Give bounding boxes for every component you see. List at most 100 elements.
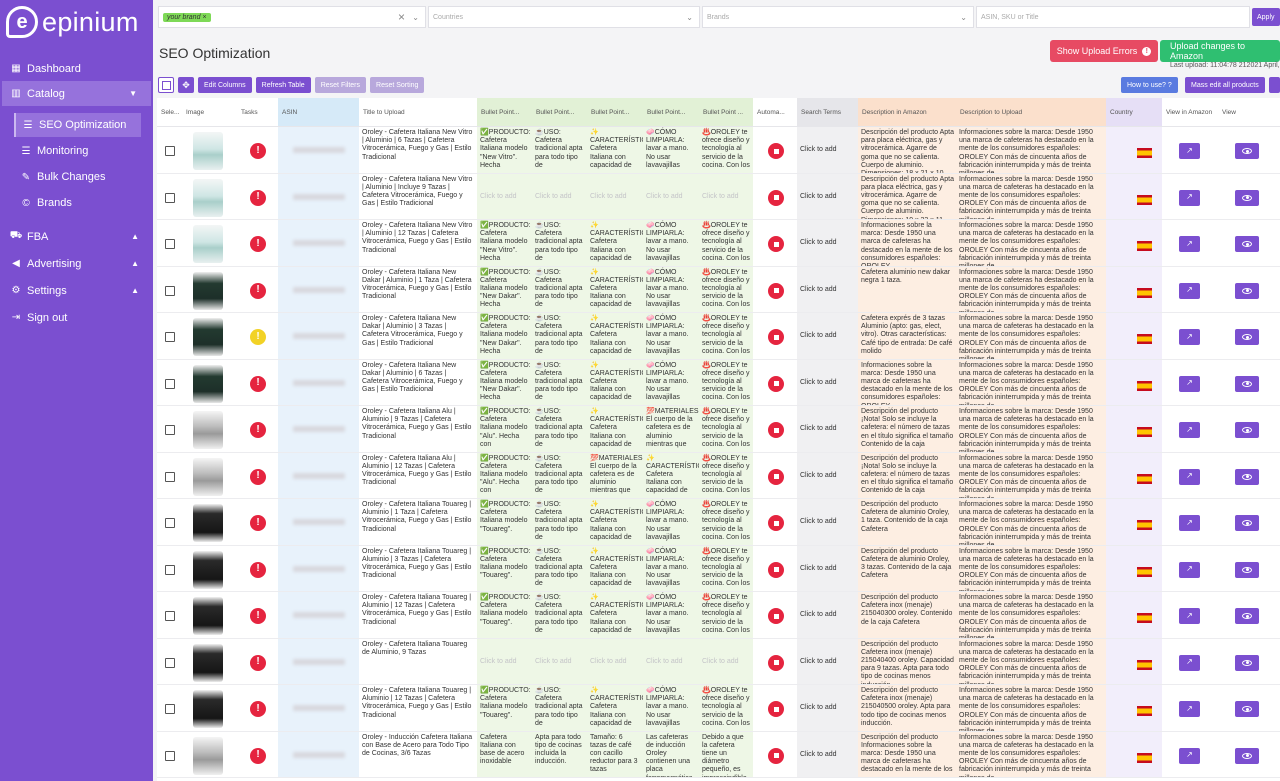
- error-icon[interactable]: !: [250, 608, 266, 624]
- product-image[interactable]: [193, 550, 223, 589]
- col-bullet-3[interactable]: Bullet Point...: [587, 98, 643, 126]
- title-cell[interactable]: Oroley - Cafetera Italiana Alu | Alumini…: [359, 406, 477, 452]
- bullet-cell[interactable]: 🧼CÓMO LIMPIARLA: lavar a mano. No usar l…: [643, 499, 699, 545]
- external-link-icon[interactable]: ↗: [1179, 282, 1200, 299]
- row-checkbox[interactable]: [165, 332, 175, 342]
- title-cell[interactable]: Oroley - Inducción Cafetera Italiana con…: [359, 732, 477, 778]
- stop-icon[interactable]: [768, 468, 784, 485]
- row-checkbox[interactable]: [165, 611, 175, 621]
- bullet-cell[interactable]: ☕USO: Cafetera tradicional apta para tod…: [532, 452, 587, 498]
- product-image[interactable]: [193, 132, 223, 170]
- asin-cell[interactable]: [278, 452, 359, 498]
- eye-icon[interactable]: [1235, 329, 1259, 345]
- table-row[interactable]: ! Oroley - Cafetera Italiana New Dakar | …: [157, 359, 1280, 406]
- col-select[interactable]: Sele...: [157, 98, 182, 126]
- asin-cell[interactable]: [278, 731, 359, 777]
- col-tasks[interactable]: Tasks: [237, 98, 278, 126]
- eye-icon[interactable]: [1235, 515, 1259, 531]
- search-terms-cell[interactable]: Click to add: [797, 220, 858, 266]
- bullet-cell[interactable]: ✅PRODUCTO: Cafetera Italiana modelo "New…: [477, 266, 532, 312]
- description-amazon-cell[interactable]: Descripción del producto Cafetera de alu…: [858, 499, 956, 545]
- table-row[interactable]: ! Oroley - Cafetera Italiana Touareg | Al…: [157, 499, 1280, 546]
- external-link-icon[interactable]: ↗: [1179, 236, 1200, 252]
- bullet-cell[interactable]: ♨️OROLEY te ofrece diseño y tecnología a…: [699, 313, 753, 359]
- asin-cell[interactable]: [278, 545, 359, 591]
- description-amazon-cell[interactable]: Cafetera exprés de 3 tazas Aluminio (apt…: [858, 313, 956, 359]
- reset-sorting-button[interactable]: Reset Sorting: [370, 77, 425, 93]
- error-icon[interactable]: !: [250, 422, 266, 438]
- search-input[interactable]: ASIN, SKU or Title: [976, 6, 1250, 28]
- bullet-cell[interactable]: ✨ CARACTERÍSTICAS: Cafetera Italiana con…: [643, 452, 699, 498]
- error-icon[interactable]: !: [250, 143, 266, 159]
- error-icon[interactable]: !: [250, 515, 266, 531]
- bullet-cell[interactable]: ✨ CARACTERÍSTICAS: Cafetera Italiana con…: [587, 127, 643, 173]
- col-bullet-4[interactable]: Bullet Point...: [643, 98, 699, 126]
- product-image[interactable]: [193, 271, 223, 310]
- bullet-cell[interactable]: 💯MATERIALES: El cuerpo de la cafetera es…: [643, 406, 699, 452]
- bullet-cell[interactable]: 💯MATERIALES: El cuerpo de la cafetera es…: [587, 452, 643, 498]
- product-image[interactable]: [193, 690, 223, 728]
- bullet-cell[interactable]: ☕USO: Cafetera tradicional apta para tod…: [532, 685, 587, 731]
- bullet-cell[interactable]: ✨ CARACTERÍSTICAS: Cafetera Italiana con…: [587, 220, 643, 266]
- product-image[interactable]: [193, 364, 223, 403]
- row-checkbox[interactable]: [165, 425, 175, 435]
- bullet-cell[interactable]: ✨ CARACTERÍSTICAS: Cafetera Italiana con…: [587, 359, 643, 405]
- chevron-down-icon[interactable]: ⌄: [412, 13, 419, 22]
- product-image[interactable]: [193, 411, 223, 449]
- asin-cell[interactable]: [278, 127, 359, 173]
- description-amazon-cell[interactable]: Descripción del producto ¡Nota! Solo se …: [858, 406, 956, 452]
- description-upload-cell[interactable]: Informaciones sobre la marca: Desde 1950…: [956, 638, 1106, 684]
- countries-filter[interactable]: Countries ⌄: [428, 6, 700, 28]
- search-terms-cell[interactable]: Click to add: [797, 406, 858, 452]
- bullet-cell[interactable]: ☕USO: Cafetera tradicional apta para tod…: [532, 127, 587, 173]
- bullet-cell[interactable]: Apta para todo tipo de cocinas incluida …: [532, 731, 587, 777]
- sidebar-item-catalog[interactable]: ▥ Catalog ▼: [2, 81, 151, 106]
- description-upload-cell[interactable]: Informaciones sobre la marca: Desde 1950…: [956, 127, 1106, 173]
- bullet-cell[interactable]: Click to add: [477, 638, 532, 684]
- col-description-amazon[interactable]: Description in Amazon: [858, 98, 956, 126]
- title-cell[interactable]: Oroley - Cafetera Italiana Touareg de Al…: [359, 639, 477, 685]
- error-icon[interactable]: !: [250, 189, 266, 206]
- bullet-cell[interactable]: ✅PRODUCTO: Cafetera Italiana modelo "Alu…: [477, 452, 532, 498]
- col-description-upload[interactable]: Description to Upload: [956, 98, 1106, 126]
- clear-icon[interactable]: ×: [398, 10, 405, 24]
- eye-icon[interactable]: [1235, 747, 1259, 764]
- stop-icon[interactable]: [768, 561, 784, 578]
- bullet-cell[interactable]: Tamaño: 6 tazas de café con cacillo redu…: [587, 731, 643, 777]
- bullet-cell[interactable]: 🧼CÓMO LIMPIARLA: lavar a mano. No usar l…: [643, 545, 699, 591]
- row-checkbox[interactable]: [165, 750, 175, 761]
- row-checkbox[interactable]: [165, 239, 175, 249]
- description-amazon-cell[interactable]: Descripción del producto Cafetera inox (…: [858, 685, 956, 731]
- error-icon[interactable]: !: [250, 701, 266, 717]
- description-amazon-cell[interactable]: Descripción del producto Informaciones s…: [858, 731, 956, 777]
- stop-icon[interactable]: [768, 608, 784, 624]
- sidebar-item-advertising[interactable]: ◀ Advertising ▲: [0, 251, 153, 276]
- how-to-use-button[interactable]: How to use? ?: [1121, 77, 1178, 93]
- col-country[interactable]: Country: [1106, 98, 1162, 126]
- table-row[interactable]: ! Oroley - Cafetera Italiana Alu | Alumin…: [157, 406, 1280, 453]
- bullet-cell[interactable]: ☕USO: Cafetera tradicional apta para tod…: [532, 406, 587, 452]
- bullet-cell[interactable]: ✨ CARACTERÍSTICAS: Cafetera Italiana con…: [587, 313, 643, 359]
- error-icon[interactable]: !: [250, 468, 266, 485]
- bullet-cell[interactable]: 🧼CÓMO LIMPIARLA: lavar a mano. No usar l…: [643, 313, 699, 359]
- description-upload-cell[interactable]: Informaciones sobre la marca: Desde 1950…: [956, 313, 1106, 359]
- stop-icon[interactable]: [768, 422, 784, 438]
- bullet-cell[interactable]: 🧼CÓMO LIMPIARLA: lavar a mano. No usar l…: [643, 220, 699, 266]
- bullet-cell[interactable]: Click to add: [643, 173, 699, 219]
- bullet-cell[interactable]: 🧼CÓMO LIMPIARLA: lavar a mano. No usar l…: [643, 685, 699, 731]
- description-upload-cell[interactable]: Informaciones sobre la marca: Desde 1950…: [956, 266, 1106, 312]
- title-cell[interactable]: Oroley - Cafetera Italiana Touareg | Alu…: [359, 592, 477, 638]
- bullet-cell[interactable]: ✅PRODUCTO: Cafetera Italiana modelo "New…: [477, 127, 532, 173]
- move-columns-button[interactable]: ✥: [178, 77, 194, 93]
- external-link-icon[interactable]: ↗: [1179, 747, 1200, 764]
- table-row[interactable]: ! Oroley - Inducción Cafetera Italiana co…: [157, 731, 1280, 778]
- bullet-cell[interactable]: ♨️OROLEY te ofrece diseño y tecnología a…: [699, 359, 753, 405]
- stop-icon[interactable]: [768, 329, 784, 345]
- product-image[interactable]: [193, 178, 223, 217]
- description-amazon-cell[interactable]: Informaciones sobre la marca: Desde 1950…: [858, 359, 956, 405]
- table-row[interactable]: ! Oroley - Cafetera Italiana New Dakar | …: [157, 313, 1280, 360]
- description-amazon-cell[interactable]: Cafetera aluminio new dakar negra 1 taza…: [858, 266, 956, 312]
- bullet-cell[interactable]: ☕USO: Cafetera tradicional apta para tod…: [532, 592, 587, 638]
- error-icon[interactable]: !: [250, 561, 266, 578]
- bullet-cell[interactable]: ✅PRODUCTO: Cafetera Italiana modelo "New…: [477, 220, 532, 266]
